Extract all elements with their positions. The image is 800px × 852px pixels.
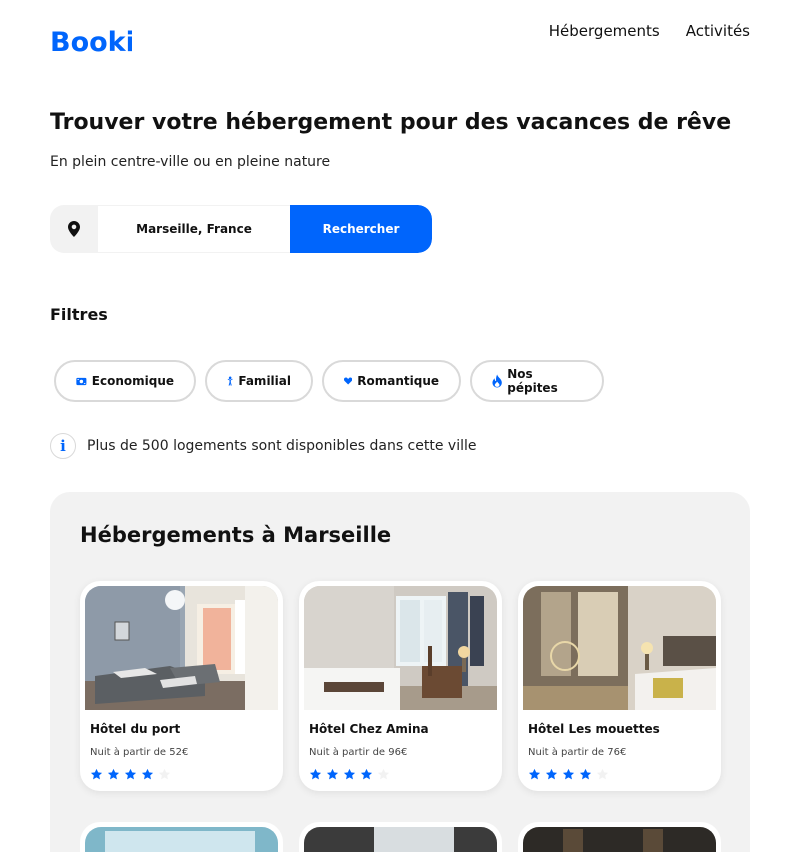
star-empty-icon — [158, 768, 171, 780]
nav-hebergements[interactable]: Hébergements — [549, 22, 660, 40]
star-filled-icon — [579, 768, 592, 780]
svg-text:Booki: Booki — [50, 28, 132, 56]
fire-icon — [492, 374, 502, 388]
search-input[interactable]: Marseille, France — [98, 205, 290, 253]
page-subtitle: En plein centre-ville ou en pleine natur… — [50, 154, 331, 170]
listing-photo — [304, 586, 497, 710]
search-bar: Marseille, France Rechercher — [50, 205, 432, 253]
star-filled-icon — [90, 768, 103, 780]
star-empty-icon — [377, 768, 390, 780]
listing-card[interactable]: Hôtel du port Nuit à partir de 52€ — [80, 581, 283, 791]
listings-title: Hébergements à Marseille — [80, 523, 392, 547]
filter-nos-pepites[interactable]: Nos pépites — [470, 360, 604, 402]
nav-activites[interactable]: Activités — [686, 22, 750, 40]
listing-photo — [85, 586, 278, 710]
filter-nos-pepites-label: Nos pépites — [507, 367, 558, 395]
filter-familial[interactable]: Familial — [205, 360, 313, 402]
listing-name: Hôtel Les mouettes — [528, 722, 660, 736]
filter-romantique-label: Romantique — [357, 374, 439, 388]
listing-price: Nuit à partir de 76€ — [528, 747, 627, 758]
star-filled-icon — [343, 768, 356, 780]
listing-card-partial[interactable] — [518, 822, 721, 852]
listing-price: Nuit à partir de 52€ — [90, 747, 189, 758]
listing-photo — [523, 827, 716, 852]
star-filled-icon — [326, 768, 339, 780]
star-filled-icon — [141, 768, 154, 780]
star-filled-icon — [107, 768, 120, 780]
filter-economique[interactable]: Economique — [54, 360, 196, 402]
star-filled-icon — [309, 768, 322, 780]
listing-photo — [523, 586, 716, 710]
rating-stars — [528, 768, 609, 781]
filter-economique-label: Economique — [91, 374, 174, 388]
star-filled-icon — [545, 768, 558, 780]
listing-name: Hôtel Chez Amina — [309, 722, 429, 736]
money-icon — [76, 377, 87, 385]
info-banner: i Plus de 500 logements sont disponibles… — [50, 433, 476, 459]
listing-card[interactable]: Hôtel Chez Amina Nuit à partir de 96€ — [299, 581, 502, 791]
info-text: Plus de 500 logements sont disponibles d… — [87, 438, 477, 454]
rating-stars — [309, 768, 390, 781]
star-empty-icon — [596, 768, 609, 780]
star-filled-icon — [528, 768, 541, 780]
listing-price: Nuit à partir de 96€ — [309, 747, 408, 758]
child-icon — [227, 376, 233, 386]
filter-romantique[interactable]: Romantique — [322, 360, 461, 402]
heart-icon — [344, 377, 353, 385]
info-icon: i — [50, 433, 76, 459]
main-nav: Hébergements Activités — [549, 22, 750, 40]
page-title: Trouver votre hébergement pour des vacan… — [50, 110, 732, 135]
listing-card-partial[interactable] — [80, 822, 283, 852]
listing-photo — [85, 827, 278, 852]
filter-familial-label: Familial — [238, 374, 291, 388]
listings-section: Hébergements à Marseille Hôtel du port N… — [50, 492, 750, 852]
header: Booki Hébergements Activités — [0, 0, 800, 80]
filters-title: Filtres — [50, 305, 108, 324]
search-button[interactable]: Rechercher — [290, 205, 432, 253]
star-filled-icon — [124, 768, 137, 780]
listing-card-partial[interactable] — [299, 822, 502, 852]
map-pin-icon — [50, 205, 98, 253]
listing-card[interactable]: Hôtel Les mouettes Nuit à partir de 76€ — [518, 581, 721, 791]
filters-list: Economique Familial Romantique Nos pépit… — [54, 360, 604, 402]
star-filled-icon — [360, 768, 373, 780]
listing-name: Hôtel du port — [90, 722, 181, 736]
star-filled-icon — [562, 768, 575, 780]
booki-logo[interactable]: Booki — [50, 28, 132, 56]
rating-stars — [90, 768, 171, 781]
listing-photo — [304, 827, 497, 852]
